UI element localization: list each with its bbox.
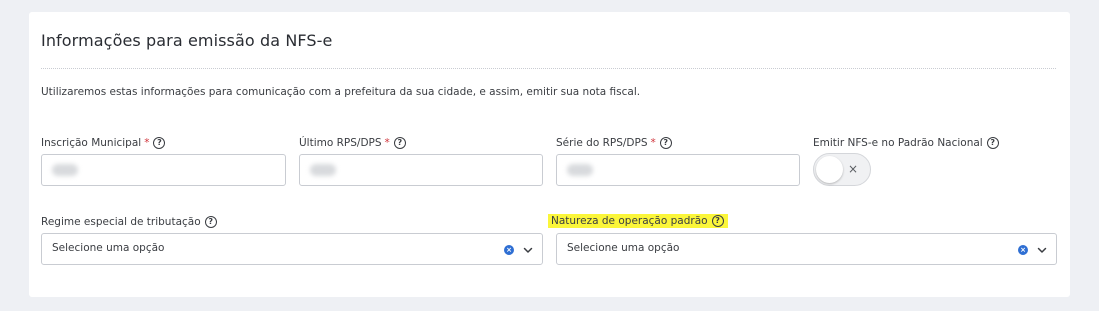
help-icon[interactable]: ? [204, 216, 217, 228]
regime-especial-label: Regime especial de tributação ? [41, 214, 217, 230]
redacted-value [52, 164, 78, 176]
chevron-down-icon[interactable] [522, 244, 534, 256]
regime-especial-select[interactable]: Selecione uma opção × [41, 233, 543, 265]
clear-icon[interactable]: × [504, 245, 514, 255]
chevron-down-icon[interactable] [1036, 244, 1048, 256]
natureza-operacao-label-text: Natureza de operação padrão [551, 215, 708, 227]
highlighted-label: Natureza de operação padrão ? [548, 214, 728, 228]
ultimo-rps-label: Último RPS/DPS * ? [299, 135, 406, 151]
padrao-nacional-toggle[interactable]: × [813, 153, 871, 186]
redacted-value [310, 164, 336, 176]
help-icon[interactable]: ? [659, 137, 672, 149]
natureza-operacao-label: Natureza de operação padrão ? [548, 213, 728, 229]
inscricao-municipal-input[interactable] [41, 154, 286, 186]
padrao-nacional-label-text: Emitir NFS-e no Padrão Nacional [813, 137, 983, 149]
serie-rps-label-text: Série do RPS/DPS [556, 137, 648, 149]
section-title: Informações para emissão da NFS-e [41, 31, 333, 50]
section-description: Utilizaremos estas informações para comu… [41, 86, 641, 98]
inscricao-municipal-label-text: Inscrição Municipal [41, 137, 142, 149]
toggle-knob [816, 156, 843, 183]
required-mark: * [384, 137, 390, 149]
serie-rps-label: Série do RPS/DPS * ? [556, 135, 672, 151]
help-icon[interactable]: ? [393, 137, 406, 149]
help-icon[interactable]: ? [986, 137, 999, 149]
ultimo-rps-label-text: Último RPS/DPS [299, 137, 382, 149]
select-value: Selecione uma opção [567, 242, 680, 254]
select-value: Selecione uma opção [52, 242, 165, 254]
required-mark: * [650, 137, 656, 149]
required-mark: * [144, 137, 150, 149]
inscricao-municipal-label: Inscrição Municipal * ? [41, 135, 166, 151]
regime-especial-label-text: Regime especial de tributação [41, 216, 201, 228]
help-icon[interactable]: ? [153, 137, 166, 149]
ultimo-rps-input[interactable] [299, 154, 543, 186]
help-icon[interactable]: ? [711, 215, 724, 227]
redacted-value [567, 164, 593, 176]
close-icon: × [848, 162, 859, 176]
clear-icon[interactable]: × [1018, 245, 1028, 255]
nfse-settings-card: Informações para emissão da NFS-e Utiliz… [29, 12, 1070, 297]
serie-rps-input[interactable] [556, 154, 800, 186]
section-divider [41, 68, 1056, 69]
padrao-nacional-label: Emitir NFS-e no Padrão Nacional ? [813, 135, 999, 151]
natureza-operacao-select[interactable]: Selecione uma opção × [556, 233, 1057, 265]
